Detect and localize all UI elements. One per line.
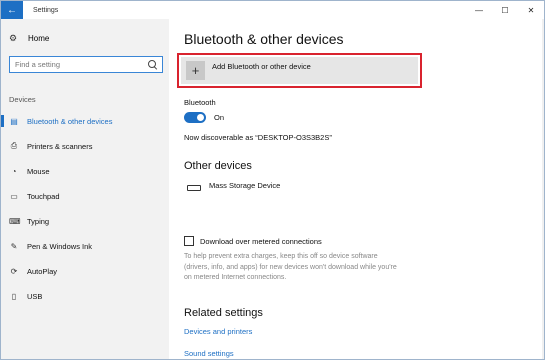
toggle-state: On bbox=[214, 113, 225, 122]
search-input[interactable]: Find a setting bbox=[9, 56, 163, 73]
close-button[interactable]: ✕ bbox=[518, 1, 544, 19]
pen-icon: ✎ bbox=[10, 241, 18, 251]
sidebar-item-pen[interactable]: ✎ Pen & Windows Ink bbox=[9, 240, 92, 252]
gear-icon: ⚙ bbox=[9, 33, 18, 43]
sidebar: ⚙ Home Find a setting Devices ▤ Bluetoot… bbox=[1, 19, 169, 359]
sidebar-item-label: Printers & scanners bbox=[27, 141, 93, 151]
sidebar-item-autoplay[interactable]: ⟳ AutoPlay bbox=[9, 265, 57, 277]
sidebar-item-bluetooth[interactable]: ▤ Bluetooth & other devices bbox=[9, 115, 112, 127]
active-indicator bbox=[1, 115, 4, 127]
sidebar-item-touchpad[interactable]: ▭ Touchpad bbox=[9, 190, 60, 202]
window-controls: — ☐ ✕ bbox=[466, 1, 544, 19]
device-item[interactable]: Mass Storage Device bbox=[209, 181, 280, 190]
scrollbar[interactable] bbox=[542, 19, 544, 359]
sidebar-item-label: Touchpad bbox=[27, 191, 60, 201]
mouse-icon: ◔ bbox=[11, 166, 17, 176]
main-content: Bluetooth & other devices + Add Bluetoot… bbox=[169, 19, 544, 359]
plus-icon: + bbox=[186, 61, 205, 80]
keyboard-icon: ⌨ bbox=[9, 216, 21, 226]
maximize-icon: ☐ bbox=[501, 5, 509, 15]
sidebar-item-printers[interactable]: ⎙ Printers & scanners bbox=[9, 140, 93, 152]
sidebar-item-label: Typing bbox=[27, 216, 50, 226]
sidebar-item-usb[interactable]: ▯ USB bbox=[9, 290, 43, 302]
metered-checkbox[interactable] bbox=[184, 236, 194, 246]
back-arrow-icon: ← bbox=[7, 4, 17, 16]
sidebar-item-label: AutoPlay bbox=[27, 266, 58, 276]
printer-icon: ⎙ bbox=[10, 141, 18, 150]
metered-help-text: To help prevent extra charges, keep this… bbox=[184, 253, 397, 281]
sidebar-item-label: Mouse bbox=[27, 166, 50, 176]
sidebar-item-label: Pen & Windows Ink bbox=[27, 241, 93, 251]
bluetooth-label: Bluetooth bbox=[184, 98, 216, 107]
related-settings-heading: Related settings bbox=[184, 307, 263, 319]
other-devices-heading: Other devices bbox=[184, 160, 252, 172]
add-device-label: Add Bluetooth or other device bbox=[212, 62, 311, 71]
sound-settings-link[interactable]: Sound settings bbox=[184, 349, 234, 358]
title-bar: ← Settings — ☐ ✕ bbox=[1, 1, 544, 19]
touchpad-icon: ▭ bbox=[10, 191, 18, 201]
metered-label: Download over metered connections bbox=[200, 237, 322, 246]
minimize-icon: — bbox=[475, 5, 483, 15]
bluetooth-toggle[interactable] bbox=[184, 112, 206, 123]
discoverable-text: Now discoverable as “DESKTOP-O3S3B2S” bbox=[184, 133, 332, 142]
window-title: Settings bbox=[33, 6, 59, 14]
sidebar-item-label: USB bbox=[27, 291, 43, 301]
settings-window: ← Settings — ☐ ✕ ⚙ Home Find a setting D… bbox=[0, 0, 545, 360]
maximize-button[interactable]: ☐ bbox=[492, 1, 518, 19]
bluetooth-devices-icon: ▤ bbox=[10, 116, 18, 126]
close-icon: ✕ bbox=[527, 5, 535, 15]
search-icon[interactable] bbox=[148, 59, 158, 70]
back-button[interactable]: ← bbox=[1, 1, 23, 19]
sidebar-item-mouse[interactable]: ◔ Mouse bbox=[9, 165, 50, 177]
sidebar-item-typing[interactable]: ⌨ Typing bbox=[9, 215, 49, 227]
sidebar-home[interactable]: ⚙ Home bbox=[9, 33, 49, 44]
usb-icon: ▯ bbox=[11, 291, 17, 301]
home-label: Home bbox=[28, 34, 50, 43]
section-label: Devices bbox=[9, 95, 36, 104]
autoplay-icon: ⟳ bbox=[10, 266, 18, 276]
sidebar-item-label: Bluetooth & other devices bbox=[27, 116, 113, 126]
devices-printers-link[interactable]: Devices and printers bbox=[184, 327, 252, 336]
minimize-button[interactable]: — bbox=[466, 1, 492, 19]
search-placeholder: Find a setting bbox=[15, 60, 61, 69]
add-device-button[interactable]: + Add Bluetooth or other device bbox=[181, 57, 418, 84]
storage-device-icon bbox=[187, 185, 201, 191]
page-title: Bluetooth & other devices bbox=[184, 31, 344, 47]
